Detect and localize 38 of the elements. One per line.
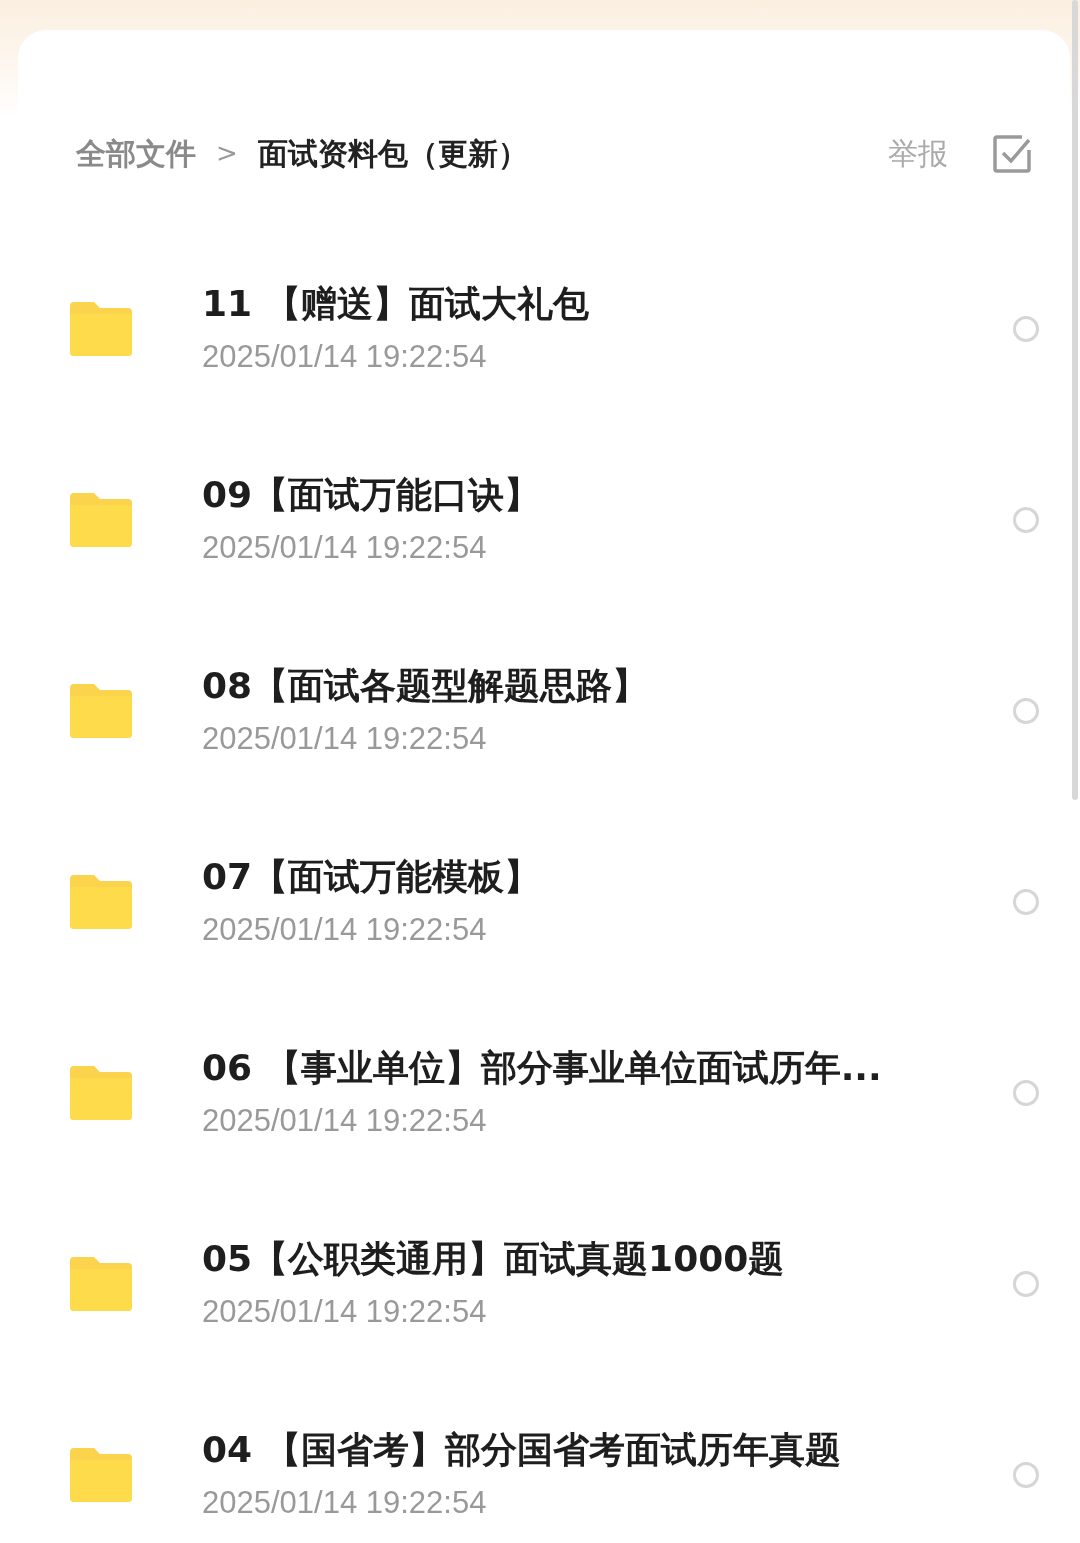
file-date: 2025/01/14 19:22:54 [202,337,488,376]
file-name: 05【公职类通用】面试真题1000题 [202,1236,786,1281]
folder-icon [70,874,132,929]
file-date: 2025/01/14 19:22:54 [202,1483,488,1522]
file-date: 2025/01/14 19:22:54 [202,719,488,758]
folder-icon [70,1447,132,1502]
breadcrumb-separator: > [216,137,238,170]
multi-select-icon[interactable] [992,133,1032,174]
folder-icon [70,301,132,356]
folder-icon [70,1065,132,1120]
file-date: 2025/01/14 19:22:54 [202,910,488,949]
select-radio[interactable] [1012,1460,1040,1489]
folder-icon [70,683,132,738]
file-name: 09【面试万能口诀】 [202,472,542,517]
select-radio[interactable] [1012,887,1040,916]
file-row[interactable]: 11 【赠送】面试大礼包 2025/01/14 19:22:54 [18,233,1070,424]
file-name: 04 【国省考】部分国省考面试历年真题 [202,1427,842,1472]
select-radio[interactable] [1012,1078,1040,1107]
file-row[interactable]: 04 【国省考】部分国省考面试历年真题 2025/01/14 19:22:54 [18,1379,1070,1543]
select-radio[interactable] [1012,505,1040,534]
scrollbar[interactable] [1072,0,1078,800]
folder-icon [70,492,132,547]
file-row[interactable]: 07【面试万能模板】 2025/01/14 19:22:54 [18,806,1070,997]
file-name: 06 【事业单位】部分事业单位面试历年... [202,1045,883,1090]
file-date: 2025/01/14 19:22:54 [202,1292,488,1331]
folder-icon [70,1256,132,1311]
file-row[interactable]: 06 【事业单位】部分事业单位面试历年... 2025/01/14 19:22:54 [18,997,1070,1188]
select-radio[interactable] [1012,314,1040,343]
file-row[interactable]: 09【面试万能口诀】 2025/01/14 19:22:54 [18,424,1070,615]
select-radio[interactable] [1012,696,1040,725]
file-name: 11 【赠送】面试大礼包 [202,281,590,326]
file-row[interactable]: 05【公职类通用】面试真题1000题 2025/01/14 19:22:54 [18,1188,1070,1379]
file-date: 2025/01/14 19:22:54 [202,1101,488,1140]
file-name: 08【面试各题型解题思路】 [202,663,650,708]
file-name: 07【面试万能模板】 [202,854,542,899]
file-date: 2025/01/14 19:22:54 [202,528,488,567]
select-radio[interactable] [1012,1269,1040,1298]
file-row[interactable]: 08【面试各题型解题思路】 2025/01/14 19:22:54 [18,615,1070,806]
